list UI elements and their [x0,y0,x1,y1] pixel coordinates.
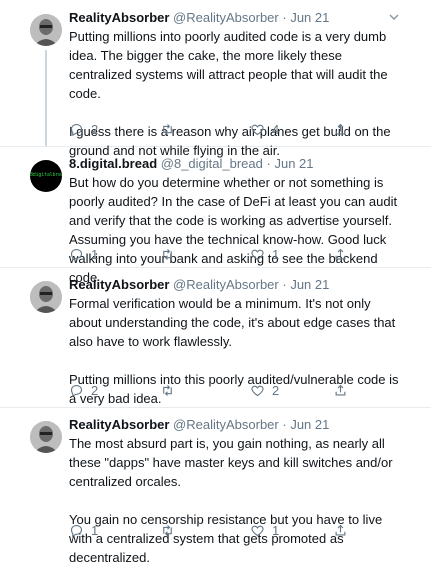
tweet-actions: 1 1 [69,244,369,264]
reply-count: 1 [91,522,99,538]
share-icon [335,524,346,535]
retweet-button[interactable] [160,380,182,400]
share-button[interactable] [333,520,348,540]
avatar-image [30,14,62,46]
reply-icon [70,384,83,397]
tweet-text: The most absurd part is, you gain nothin… [69,434,404,567]
handle[interactable]: @8_digital_bread [161,156,263,171]
reply-button[interactable]: 2 [69,380,98,400]
like-button[interactable]: 1 [250,244,279,264]
retweet-button[interactable] [160,520,182,540]
tweet-text: Putting millions into poorly audited cod… [69,27,404,160]
tweet-paragraph: Formal verification would be a minimum. … [69,296,396,349]
like-count: 1 [272,246,280,262]
avatar[interactable] [30,281,62,313]
separator: · [282,10,287,25]
tweet-paragraph: The most absurd part is, you gain nothin… [69,436,393,489]
chevron-down-icon[interactable] [387,10,401,24]
share-button[interactable] [333,119,348,139]
handle[interactable]: @RealityAbsorber [173,277,279,292]
share-button[interactable] [333,380,348,400]
share-button[interactable] [333,244,348,264]
like-button[interactable]: 1 [250,520,279,540]
tweet-actions: 2 4 [69,119,369,139]
retweet-icon [163,524,172,536]
separator: · [266,156,271,171]
tweet-header: 8.digital.bread @8_digital_bread · Jun 2… [69,154,404,173]
separator: · [282,417,287,432]
tweet[interactable]: RealityAbsorber @RealityAbsorber · Jun 2… [0,0,431,158]
avatar-image [30,281,62,313]
reply-button[interactable]: 2 [69,119,98,139]
retweet-icon [163,248,172,260]
tweet-actions: 1 1 [69,520,369,540]
tweet-actions: 2 2 [69,380,369,400]
reply-button[interactable]: 1 [69,520,98,540]
heart-icon [251,124,264,135]
handle[interactable]: @RealityAbsorber [173,417,279,432]
tweet[interactable]: RealityAbsorber @RealityAbsorber · Jun 2… [0,267,431,408]
tweet-paragraph: Putting millions into poorly audited cod… [69,29,388,101]
separator: · [282,277,287,292]
heart-icon [251,385,264,396]
tweet-header: RealityAbsorber @RealityAbsorber · Jun 2… [69,275,404,294]
like-count: 2 [272,382,280,398]
retweet-icon [163,123,172,135]
timestamp[interactable]: Jun 21 [290,417,329,432]
reply-count: 2 [91,121,99,137]
heart-icon [251,249,264,260]
retweet-button[interactable] [160,244,182,264]
reply-count: 1 [91,246,99,262]
like-count: 1 [272,522,280,538]
avatar[interactable]: 8digitalbread [30,160,62,192]
avatar-text: 8digitalbread [30,172,62,178]
display-name[interactable]: RealityAbsorber [69,417,169,432]
retweet-button[interactable] [160,119,182,139]
like-button[interactable]: 4 [250,119,279,139]
timestamp[interactable]: Jun 21 [274,156,313,171]
display-name[interactable]: RealityAbsorber [69,10,169,25]
avatar[interactable] [30,421,62,453]
display-name[interactable]: 8.digital.bread [69,156,157,171]
avatar-image [30,421,62,453]
retweet-icon [163,384,172,396]
share-icon [335,248,346,259]
timestamp[interactable]: Jun 21 [290,10,329,25]
heart-icon [251,525,264,536]
tweet-header: RealityAbsorber @RealityAbsorber · Jun 2… [69,8,404,27]
reply-count: 2 [91,382,99,398]
reply-icon [70,524,83,537]
timestamp[interactable]: Jun 21 [290,277,329,292]
tweet[interactable]: 8digitalbread 8.digital.bread @8_digital… [0,146,431,285]
tweet-thread: RealityAbsorber @RealityAbsorber · Jun 2… [0,0,431,565]
share-icon [335,384,346,395]
reply-icon [70,123,83,136]
reply-button[interactable]: 1 [69,244,98,264]
avatar[interactable] [30,14,62,46]
tweet-header: RealityAbsorber @RealityAbsorber · Jun 2… [69,415,404,434]
handle[interactable]: @RealityAbsorber [173,10,279,25]
like-button[interactable]: 2 [250,380,279,400]
reply-icon [70,248,83,261]
share-icon [335,123,346,134]
display-name[interactable]: RealityAbsorber [69,277,169,292]
tweet[interactable]: RealityAbsorber @RealityAbsorber · Jun 2… [0,407,431,565]
like-count: 4 [272,121,280,137]
